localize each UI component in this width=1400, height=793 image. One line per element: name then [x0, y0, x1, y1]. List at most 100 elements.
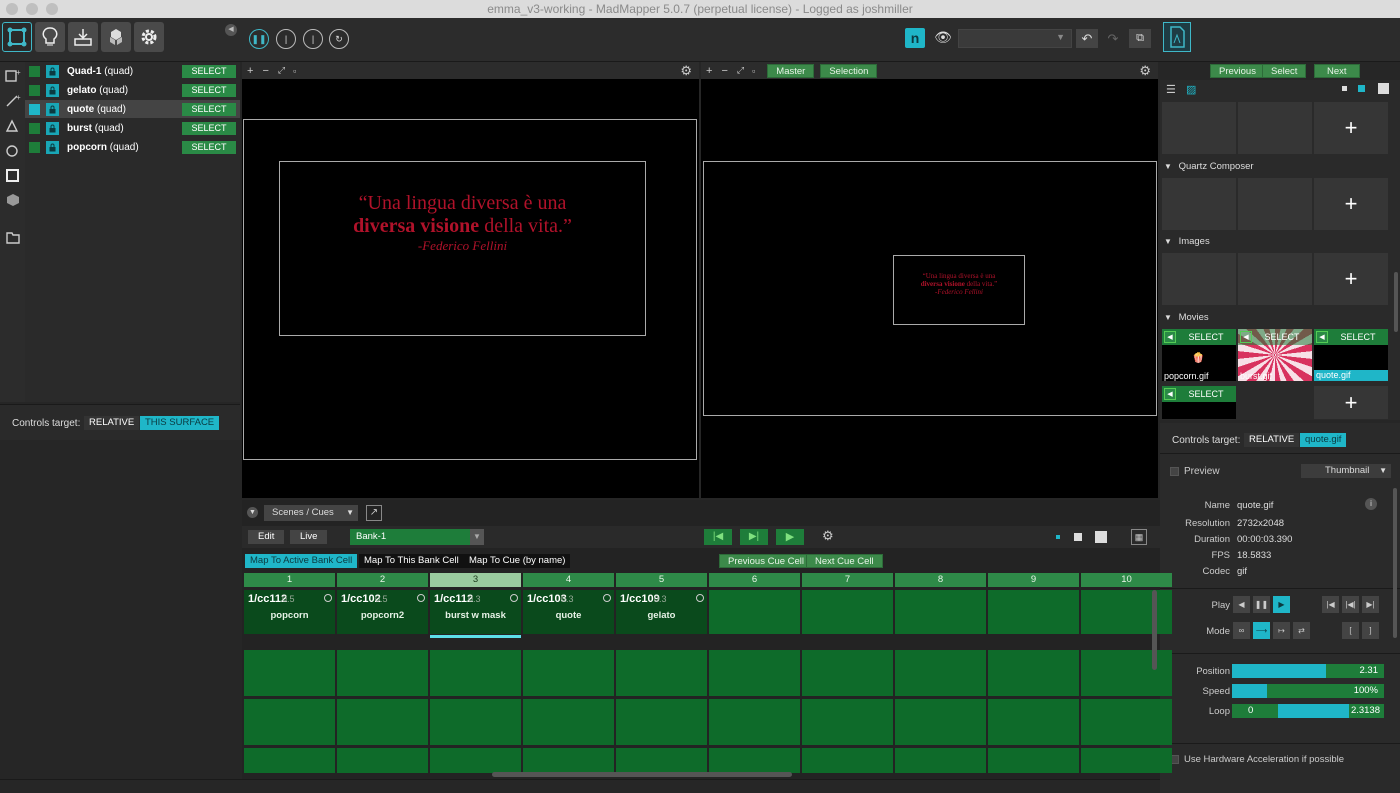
pause-button[interactable]: ❚❚ — [1253, 596, 1270, 613]
add-circle-tool[interactable] — [4, 141, 22, 159]
empty-cue-cell[interactable] — [709, 748, 800, 773]
bank-select[interactable]: Bank-1 ▼ — [350, 529, 484, 545]
previous-button[interactable]: Previous — [1210, 64, 1265, 78]
list-view-icon[interactable]: ☰ — [1166, 83, 1176, 96]
library-slot[interactable] — [1238, 102, 1312, 154]
surface-row-selected[interactable]: quote (quad) SELECT — [25, 100, 240, 118]
cue-column-header[interactable]: 5 — [616, 573, 707, 587]
empty-cue-cell[interactable] — [430, 699, 521, 745]
visibility-toggle[interactable] — [29, 122, 40, 134]
section-images[interactable]: ▼ Images — [1160, 236, 1400, 250]
empty-cue-cell[interactable] — [802, 590, 893, 634]
close-window-button[interactable] — [6, 3, 18, 15]
lock-icon[interactable] — [46, 102, 59, 116]
cue-cell[interactable]: 1/cc112 0.3 burst w mask — [430, 590, 521, 638]
empty-cue-cell[interactable] — [895, 748, 986, 773]
visibility-toggle[interactable] — [29, 103, 40, 115]
loop-out-button[interactable]: ] — [1362, 622, 1379, 639]
zoom-out-icon[interactable]: − — [262, 65, 268, 77]
empty-cue-cell[interactable] — [988, 590, 1079, 634]
surface-select-button[interactable]: SELECT — [182, 102, 236, 116]
zoom-in-icon[interactable]: + — [706, 65, 712, 77]
add-mask-tool[interactable] — [4, 166, 22, 184]
cue-cell[interactable]: 1/cc102 0.5 popcorn2 — [337, 590, 428, 634]
empty-cue-cell[interactable] — [616, 699, 707, 745]
add-quad-tool[interactable]: + — [4, 66, 22, 84]
add-movie-button[interactable]: + — [1314, 386, 1388, 419]
undo-button[interactable]: ↶ — [1076, 29, 1098, 48]
empty-cue-cell[interactable] — [1081, 590, 1172, 634]
live-button[interactable]: Live — [290, 530, 328, 544]
lock-icon[interactable] — [46, 64, 59, 78]
surface-select-button[interactable]: SELECT — [182, 140, 236, 154]
cue-column-header[interactable]: 9 — [988, 573, 1079, 587]
empty-cue-cell[interactable] — [802, 699, 893, 745]
surface-select-button[interactable]: SELECT — [182, 64, 236, 78]
next-button[interactable]: Next — [1314, 64, 1360, 78]
preset-select[interactable]: ▼ — [958, 29, 1072, 48]
library-slot[interactable] — [1238, 253, 1312, 305]
mode-once-button[interactable]: ↦ — [1273, 622, 1290, 639]
cue-cell[interactable]: 1/cc103 0.3 quote — [523, 590, 614, 634]
section-movies[interactable]: ▼ Movies — [1160, 312, 1400, 326]
empty-cue-cell[interactable] — [244, 748, 335, 773]
empty-cue-cell[interactable] — [988, 748, 1079, 773]
jump-end-button[interactable]: ▶| — [1362, 596, 1379, 613]
visibility-toggle[interactable] — [29, 84, 40, 96]
library-slot[interactable] — [1238, 178, 1312, 230]
detach-icon[interactable]: ↗ — [366, 505, 382, 521]
surface-row[interactable]: burst (quad) SELECT — [25, 119, 240, 137]
empty-cue-cell[interactable] — [988, 650, 1079, 696]
empty-cue-cell[interactable] — [616, 748, 707, 773]
fit-icon[interactable]: ⤢ — [737, 65, 744, 76]
settings-mode-button[interactable] — [134, 22, 164, 52]
play-button[interactable]: ▶ — [1273, 596, 1290, 613]
movie-select-bar[interactable]: ◀ SELECT — [1314, 329, 1388, 345]
movie-select-bar[interactable]: ◀ SELECT — [1162, 386, 1236, 402]
relative-button[interactable]: RELATIVE — [1244, 433, 1300, 447]
previous-cue-button[interactable]: |◀ — [704, 529, 732, 545]
add-group-tool[interactable] — [4, 228, 22, 246]
small-size-icon[interactable] — [1342, 86, 1347, 91]
lock-icon[interactable] — [46, 140, 59, 154]
quote-surface[interactable]: “Una lingua diversa è una diversa vision… — [279, 161, 646, 336]
cue-column-header[interactable]: 4 — [523, 573, 614, 587]
cue-column-header[interactable]: 6 — [709, 573, 800, 587]
jump-start-button[interactable]: |◀ — [1322, 596, 1339, 613]
cue-column-header[interactable]: 8 — [895, 573, 986, 587]
output-mode-button[interactable] — [68, 22, 98, 52]
next-cue-cell-button[interactable]: Next Cue Cell — [806, 554, 883, 568]
empty-cue-cell[interactable] — [523, 699, 614, 745]
cue-mark-button-2[interactable]: | — [303, 29, 323, 49]
cue-cell[interactable]: 1/cc112 0.5 popcorn — [244, 590, 335, 634]
fullscreen-button[interactable]: ⧉ — [1129, 29, 1151, 48]
step-button[interactable]: |◀| — [1342, 596, 1359, 613]
zoom-in-icon[interactable]: + — [247, 65, 253, 77]
empty-cue-cell[interactable] — [337, 748, 428, 773]
target-media-button[interactable]: quote.gif — [1300, 433, 1347, 447]
play-reverse-button[interactable]: ◀ — [1233, 596, 1250, 613]
scenes-cues-dropdown[interactable]: Scenes / Cues ▼ — [264, 505, 358, 521]
surface-select-button[interactable]: SELECT — [182, 83, 236, 97]
speed-slider[interactable]: 100% — [1232, 684, 1384, 698]
collapse-panel-icon[interactable]: ▼ — [247, 507, 258, 518]
cue-column-header[interactable]: 7 — [802, 573, 893, 587]
lock-icon[interactable] — [46, 121, 59, 135]
previous-cue-cell-button[interactable]: Previous Cue Cell — [719, 554, 814, 568]
cue-column-header[interactable]: 1 — [244, 573, 335, 587]
pause-button[interactable]: ❚❚ — [249, 29, 269, 49]
empty-cue-cell[interactable] — [430, 650, 521, 696]
mode-forward-button[interactable]: ⟶ — [1253, 622, 1270, 639]
visibility-toggle[interactable] — [29, 141, 40, 153]
thumbnail-select[interactable]: Thumbnail ▼ — [1301, 464, 1391, 478]
surface-select-button[interactable]: SELECT — [182, 121, 236, 135]
lights-mode-button[interactable] — [35, 22, 65, 52]
medium-cells-icon[interactable] — [1074, 533, 1082, 541]
movie-select-bar[interactable]: ◀ SELECT — [1162, 329, 1236, 345]
empty-cue-cell[interactable] — [709, 699, 800, 745]
add-3d-tool[interactable] — [4, 191, 22, 209]
visibility-toggle[interactable] — [29, 65, 40, 77]
select-button[interactable]: Select — [1262, 64, 1307, 78]
fit-icon[interactable]: ⤢ — [278, 65, 285, 76]
empty-cue-cell[interactable] — [616, 650, 707, 696]
